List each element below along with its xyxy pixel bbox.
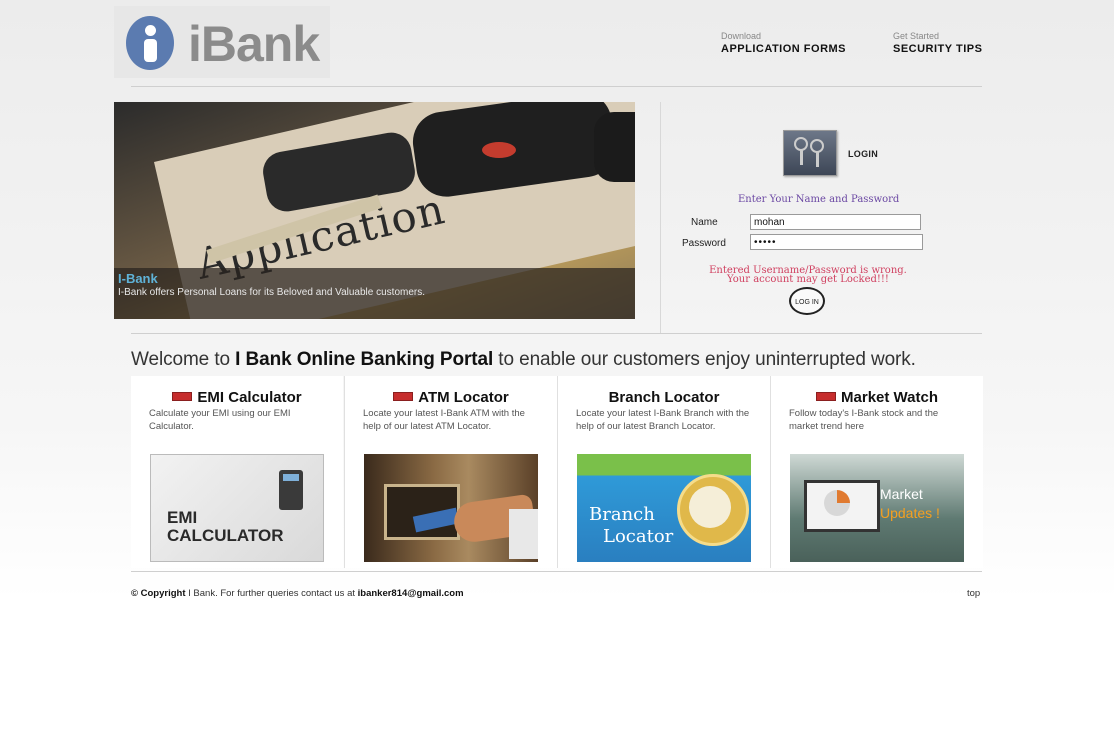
calculator-icon xyxy=(279,470,303,510)
panel-title-text[interactable]: EMI Calculator xyxy=(197,389,301,406)
welcome-heading: Welcome to I Bank Online Banking Portal … xyxy=(131,349,916,371)
footer-text: © Copyright I Bank. For further queries … xyxy=(131,588,464,599)
emi-calculator-image[interactable]: EMI CALCULATOR xyxy=(150,454,324,562)
hero-caption-text: I-Bank offers Personal Loans for its Bel… xyxy=(118,287,426,298)
image-text: Locator xyxy=(603,526,674,547)
panel-description: Calculate your EMI using our EMI Calcula… xyxy=(149,408,291,432)
pie-chart-icon xyxy=(824,490,850,516)
panel-description: Follow today's I-Bank stock and the mark… xyxy=(789,408,939,432)
hero-banner: Application I-Bank I-Bank offers Persona… xyxy=(114,102,635,319)
back-to-top-link[interactable]: top xyxy=(967,588,980,599)
hero-caption-title: I-Bank xyxy=(118,271,158,286)
login-error: Entered Username/Password is wrong. Your… xyxy=(700,266,916,285)
panel-title[interactable]: ATM Locator xyxy=(345,389,557,406)
hero-caption: I-Bank I-Bank offers Personal Loans for … xyxy=(114,268,635,319)
new-badge-icon xyxy=(172,391,193,401)
panel-title-text[interactable]: ATM Locator xyxy=(418,389,509,406)
panel-description: Locate your latest I-Bank Branch with th… xyxy=(576,408,750,432)
welcome-bold: I Bank Online Banking Portal xyxy=(235,349,494,370)
image-text: CALCULATOR xyxy=(167,526,284,545)
header-divider xyxy=(131,86,982,87)
login-title: LOGIN xyxy=(848,149,878,159)
name-input[interactable]: mohan xyxy=(750,214,921,230)
panel-atm-locator: ATM Locator Locate your latest I-Bank AT… xyxy=(345,376,557,568)
welcome-suffix: to enable our customers enjoy uninterrup… xyxy=(493,349,916,370)
panel-title[interactable]: Branch Locator xyxy=(558,389,770,406)
image-text: Updates ! xyxy=(880,505,940,521)
nav-label[interactable]: SECURITY TIPS xyxy=(893,42,982,56)
nav-label[interactable]: APPLICATION FORMS xyxy=(721,42,846,56)
keys-icon xyxy=(783,130,837,176)
panel-title[interactable]: Market Watch xyxy=(771,389,983,406)
name-label: Name xyxy=(691,217,718,228)
panel-title[interactable]: EMI Calculator xyxy=(131,389,343,406)
panel-description: Locate your latest I-Bank ATM with the h… xyxy=(363,408,525,432)
error-line: Your account may get Locked!!! xyxy=(727,274,889,285)
password-label: Password xyxy=(682,238,726,249)
nav-subtitle: Download xyxy=(721,31,762,41)
brand-logo[interactable]: iBank xyxy=(114,6,330,78)
nav-application-forms[interactable]: Download APPLICATION FORMS xyxy=(721,31,846,56)
atm-image[interactable] xyxy=(364,454,538,562)
image-text: Market xyxy=(880,486,923,502)
nav-security-tips[interactable]: Get Started SECURITY TIPS xyxy=(893,31,982,56)
panel-title-text[interactable]: Market Watch xyxy=(841,389,938,406)
copyright: © Copyright xyxy=(131,588,186,599)
panel-title-text[interactable]: Branch Locator xyxy=(609,389,720,406)
branch-locator-image[interactable]: Branch Locator xyxy=(577,454,751,562)
brand-name: iBank xyxy=(188,16,320,72)
password-input[interactable]: ••••• xyxy=(750,234,923,250)
footer-divider xyxy=(131,571,982,572)
section-divider xyxy=(131,333,982,334)
panel-branch-locator: Branch Locator Locate your latest I-Bank… xyxy=(558,376,770,568)
login-prompt: Enter Your Name and Password xyxy=(738,194,900,205)
login-button[interactable]: LOG IN xyxy=(789,287,825,315)
nav-subtitle: Get Started xyxy=(893,31,940,41)
new-badge-icon xyxy=(816,391,837,401)
image-text: Branch xyxy=(589,504,655,525)
image-text: EMI xyxy=(167,508,198,527)
login-divider xyxy=(660,102,661,334)
market-updates-image[interactable]: Market Updates ! xyxy=(790,454,964,562)
panel-emi-calculator: EMI Calculator Calculate your EMI using … xyxy=(131,376,343,568)
contact-email-link[interactable]: ibanker814@gmail.com xyxy=(358,588,464,599)
welcome-prefix: Welcome to xyxy=(131,349,236,370)
info-logo-icon xyxy=(126,16,174,70)
panel-market-watch: Market Watch Follow today's I-Bank stock… xyxy=(771,376,983,568)
new-badge-icon xyxy=(393,391,414,401)
footer-info: I Bank. For further queries contact us a… xyxy=(185,588,358,599)
